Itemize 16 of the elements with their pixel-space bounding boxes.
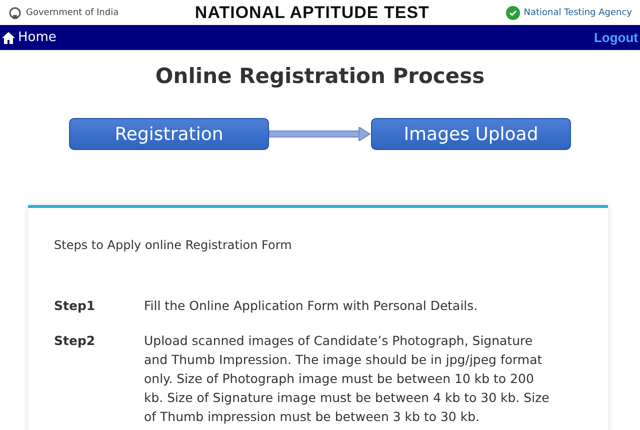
process-step: Registration	[69, 118, 269, 150]
agency-label: National Testing Agency	[524, 8, 632, 18]
step-label: Step1	[54, 297, 96, 315]
step-text: Fill the Online Application Form with Personal Details.	[144, 297, 479, 315]
logout-link[interactable]: Logout	[594, 30, 638, 45]
site-title: NATIONAL APTITUDE TEST	[194, 2, 430, 22]
home-link[interactable]: Home	[2, 30, 56, 45]
page-heading: Online Registration Process	[154, 64, 486, 88]
agency-logo-icon	[506, 6, 520, 20]
arrow-icon	[269, 127, 371, 141]
home-icon	[2, 32, 15, 44]
step-text: Upload scanned images of Candidate’s Photograph, Signature and Thumb Impression. The image should be in jpg/jpeg format only. Size of Photograph image must be between 10 kb to 200 kb. Size of Signature image must be between 4 kb to 30 kb. Size of Thumb impression must be between 3 kb to 30 kb.	[144, 332, 550, 426]
card-intro: Steps to Apply online Registration Form	[54, 238, 293, 252]
step-label: Step2	[54, 332, 96, 350]
government-label: Government of India	[26, 8, 119, 18]
process-step: Images Upload	[371, 118, 571, 150]
